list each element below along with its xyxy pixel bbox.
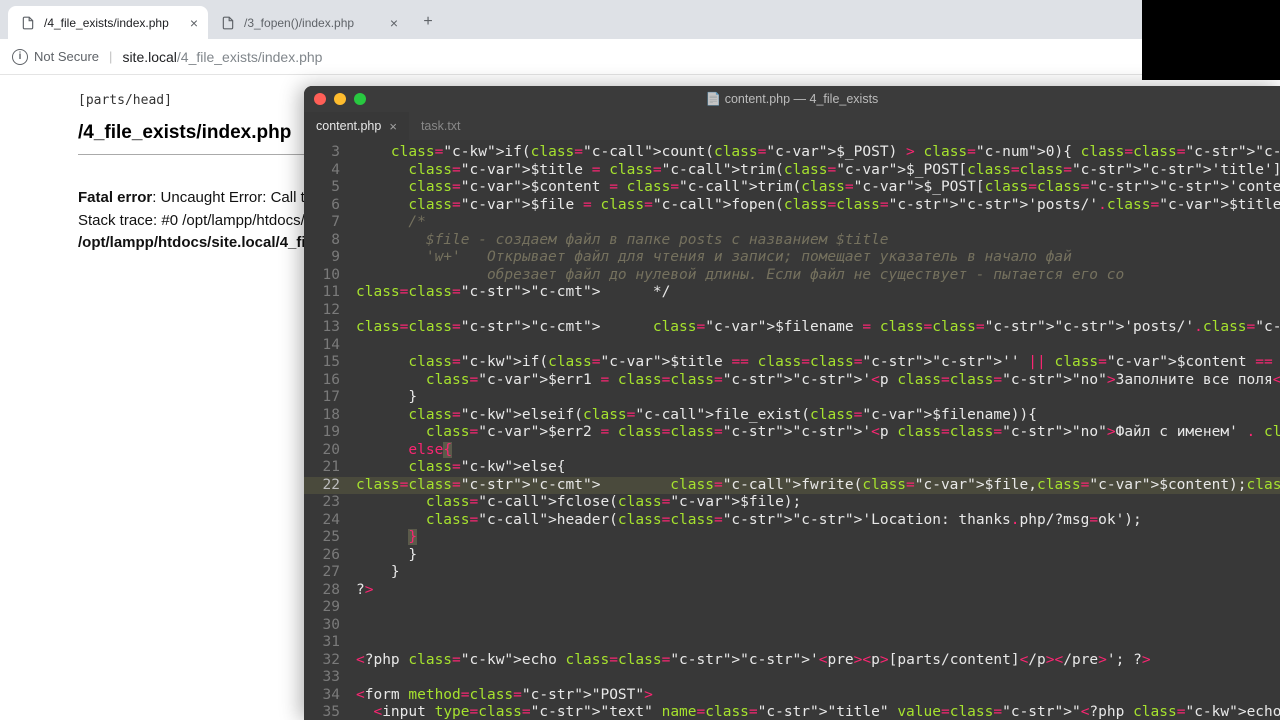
traffic-lights bbox=[314, 93, 366, 105]
browser-tab[interactable]: /3_fopen()/index.php × bbox=[208, 6, 408, 39]
code-lines[interactable]: class="c-kw">if(class="c-call">count(cla… bbox=[350, 140, 1280, 720]
editor-window: 📄 content.php — 4_file_exists OPEN FILES… bbox=[304, 86, 1280, 720]
url-display[interactable]: site.local/4_file_exists/index.php bbox=[122, 49, 322, 65]
info-icon: i bbox=[12, 49, 28, 65]
file-tab[interactable]: task.txt bbox=[409, 112, 473, 140]
window-title: 📄 content.php — 4_file_exists bbox=[304, 92, 1280, 107]
new-tab-button[interactable]: + bbox=[414, 8, 442, 36]
browser-tab-strip: /4_file_exists/index.php × /3_fopen()/in… bbox=[0, 0, 1280, 39]
close-icon[interactable]: × bbox=[190, 15, 198, 31]
file-tab-active[interactable]: content.php× bbox=[304, 112, 409, 140]
window-minimize-icon[interactable] bbox=[334, 93, 346, 105]
file-icon bbox=[20, 15, 36, 31]
code-area: content.php× task.txt 345678910111213141… bbox=[304, 112, 1280, 720]
close-icon[interactable]: × bbox=[389, 119, 397, 134]
browser-tab-active[interactable]: /4_file_exists/index.php × bbox=[8, 6, 208, 39]
browser-tab-title: /4_file_exists/index.php bbox=[44, 16, 182, 30]
security-indicator[interactable]: i Not Secure bbox=[12, 49, 99, 65]
black-region bbox=[1142, 0, 1280, 80]
editor-titlebar[interactable]: 📄 content.php — 4_file_exists bbox=[304, 86, 1280, 112]
close-icon[interactable]: × bbox=[390, 15, 398, 31]
separator: | bbox=[109, 49, 112, 64]
window-close-icon[interactable] bbox=[314, 93, 326, 105]
address-bar: i Not Secure | site.local/4_file_exists/… bbox=[0, 39, 1280, 75]
file-icon bbox=[220, 15, 236, 31]
insecure-label: Not Secure bbox=[34, 49, 99, 64]
line-gutter: 3456789101112131415161718192021222324252… bbox=[304, 140, 350, 720]
file-tab-bar: content.php× task.txt bbox=[304, 112, 1280, 140]
code-editor[interactable]: 3456789101112131415161718192021222324252… bbox=[304, 140, 1280, 720]
window-maximize-icon[interactable] bbox=[354, 93, 366, 105]
browser-tab-title: /3_fopen()/index.php bbox=[244, 16, 382, 30]
